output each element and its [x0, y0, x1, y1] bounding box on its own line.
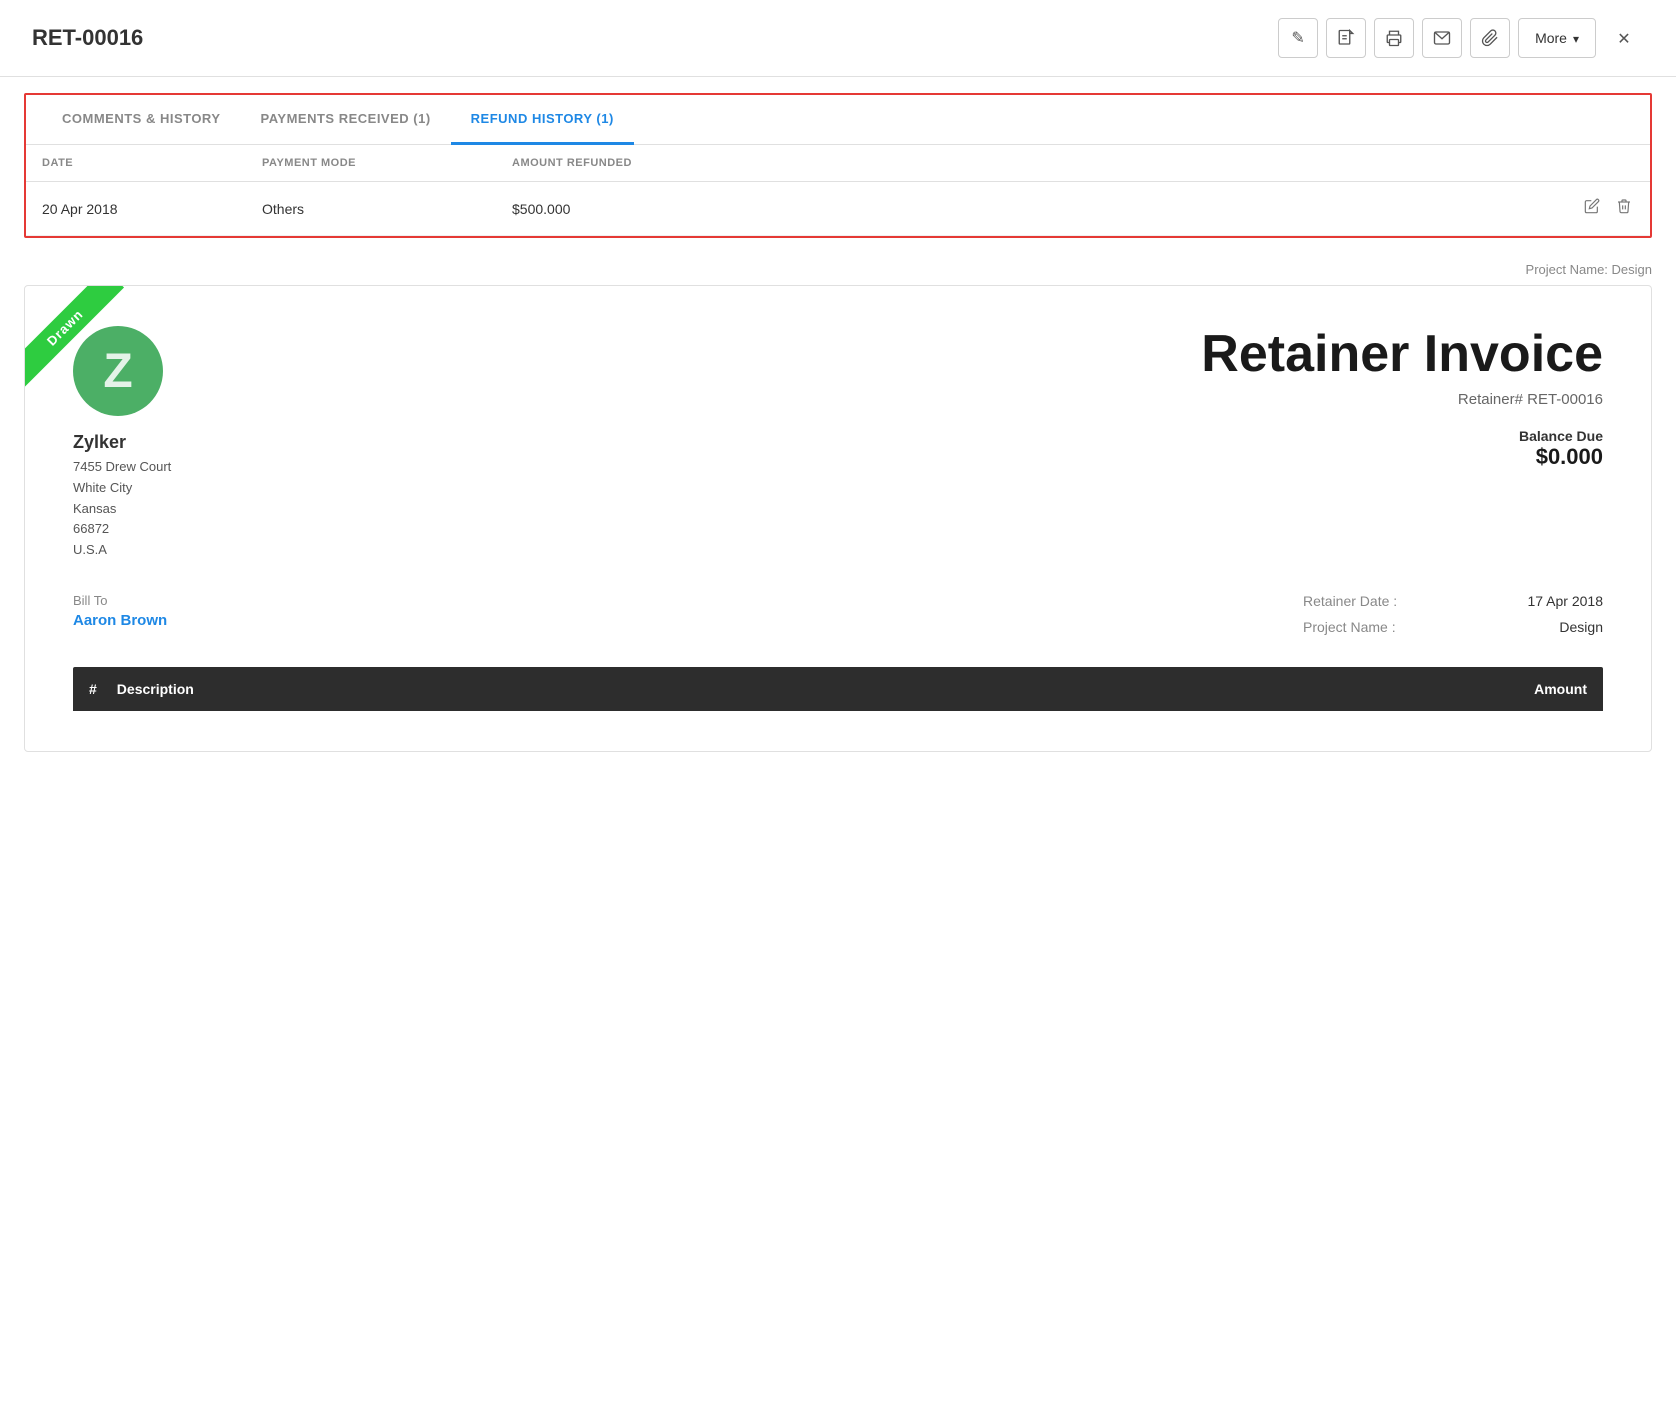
refund-history-tab-content: DATE PAYMENT MODE AMOUNT REFUNDED 20 Apr… [26, 145, 1650, 236]
trash-icon [1616, 198, 1632, 214]
tabs-panel: COMMENTS & HISTORY PAYMENTS RECEIVED (1)… [24, 93, 1652, 238]
col-actions-header [1554, 157, 1634, 169]
tabs-header: COMMENTS & HISTORY PAYMENTS RECEIVED (1)… [26, 95, 1650, 145]
close-icon [1617, 27, 1630, 50]
project-name-label: Project Name: Design [24, 262, 1652, 277]
printer-icon [1385, 29, 1403, 47]
address-line3: Kansas [73, 499, 171, 520]
invoice-header: Z Zylker 7455 Drew Court White City Kans… [73, 326, 1603, 561]
bill-to-label: Bill To [73, 593, 167, 608]
project-name-label2: Project Name : [1303, 619, 1396, 635]
bill-to-name[interactable]: Aaron Brown [73, 612, 167, 629]
page-title: RET-00016 [32, 25, 143, 51]
edit-refund-button[interactable] [1582, 196, 1602, 221]
page-container: RET-00016 [0, 0, 1676, 1408]
retainer-number: Retainer# RET-00016 [1201, 391, 1603, 408]
balance-due-amount: $0.000 [1201, 444, 1603, 470]
refund-table-header: DATE PAYMENT MODE AMOUNT REFUNDED [26, 145, 1650, 182]
company-name: Zylker [73, 432, 126, 453]
drawn-ribbon: Drawn [25, 286, 124, 387]
chevron-down-icon [1573, 30, 1579, 46]
pdf-icon [1337, 29, 1355, 47]
header: RET-00016 [0, 0, 1676, 77]
pencil-icon [1291, 28, 1304, 48]
invoice-dates: Retainer Date : 17 Apr 2018 Project Name… [1303, 593, 1603, 635]
header-actions: More [1278, 18, 1644, 58]
mail-icon [1433, 29, 1451, 47]
invoice-card: Drawn Z Zylker 7455 Drew Court White Cit… [24, 285, 1652, 752]
table-col-description: Description [117, 681, 194, 697]
ribbon-wrapper: Drawn [25, 286, 145, 406]
row-actions [1554, 196, 1634, 221]
col-mode-header: PAYMENT MODE [262, 157, 512, 169]
print-button[interactable] [1374, 18, 1414, 58]
address-line4: 66872 [73, 519, 171, 540]
col-amount-header: AMOUNT REFUNDED [512, 157, 1554, 169]
address-line5: U.S.A [73, 540, 171, 561]
retainer-date-row: Retainer Date : 17 Apr 2018 [1303, 593, 1603, 609]
refund-amount: $500.000 [512, 201, 1554, 217]
address-line2: White City [73, 478, 171, 499]
project-name-row: Project Name : Design [1303, 619, 1603, 635]
table-row: 20 Apr 2018 Others $500.000 [26, 182, 1650, 236]
invoice-title: Retainer Invoice [1201, 326, 1603, 383]
tab-payments-received[interactable]: PAYMENTS RECEIVED (1) [241, 95, 451, 145]
project-name-value: Design [1559, 619, 1603, 635]
tab-comments-history[interactable]: COMMENTS & HISTORY [42, 95, 241, 145]
edit-button[interactable] [1278, 18, 1318, 58]
mail-button[interactable] [1422, 18, 1462, 58]
invoice-title-area: Retainer Invoice Retainer# RET-00016 Bal… [1201, 326, 1603, 470]
more-label: More [1535, 30, 1567, 46]
invoice-meta: Bill To Aaron Brown Retainer Date : 17 A… [73, 593, 1603, 635]
balance-due-label: Balance Due [1201, 428, 1603, 444]
table-col-hash: # [89, 681, 97, 697]
retainer-date-value: 17 Apr 2018 [1527, 593, 1603, 609]
tab-refund-history[interactable]: REFUND HISTORY (1) [451, 95, 634, 145]
col-date-header: DATE [42, 157, 262, 169]
refund-date: 20 Apr 2018 [42, 201, 262, 217]
company-address: 7455 Drew Court White City Kansas 66872 … [73, 457, 171, 561]
delete-refund-button[interactable] [1614, 196, 1634, 221]
address-line1: 7455 Drew Court [73, 457, 171, 478]
more-button[interactable]: More [1518, 18, 1596, 58]
retainer-date-label: Retainer Date : [1303, 593, 1397, 609]
pdf-button[interactable] [1326, 18, 1366, 58]
paperclip-icon [1481, 29, 1499, 47]
edit-icon [1584, 198, 1600, 214]
invoice-table-header: # Description Amount [73, 667, 1603, 711]
bill-to-section: Bill To Aaron Brown [73, 593, 167, 635]
refund-mode: Others [262, 201, 512, 217]
table-col-amount: Amount [1534, 681, 1587, 697]
close-button[interactable] [1604, 18, 1644, 58]
invoice-outer: Project Name: Design Drawn Z Zylker 7455… [24, 262, 1652, 752]
attach-button[interactable] [1470, 18, 1510, 58]
